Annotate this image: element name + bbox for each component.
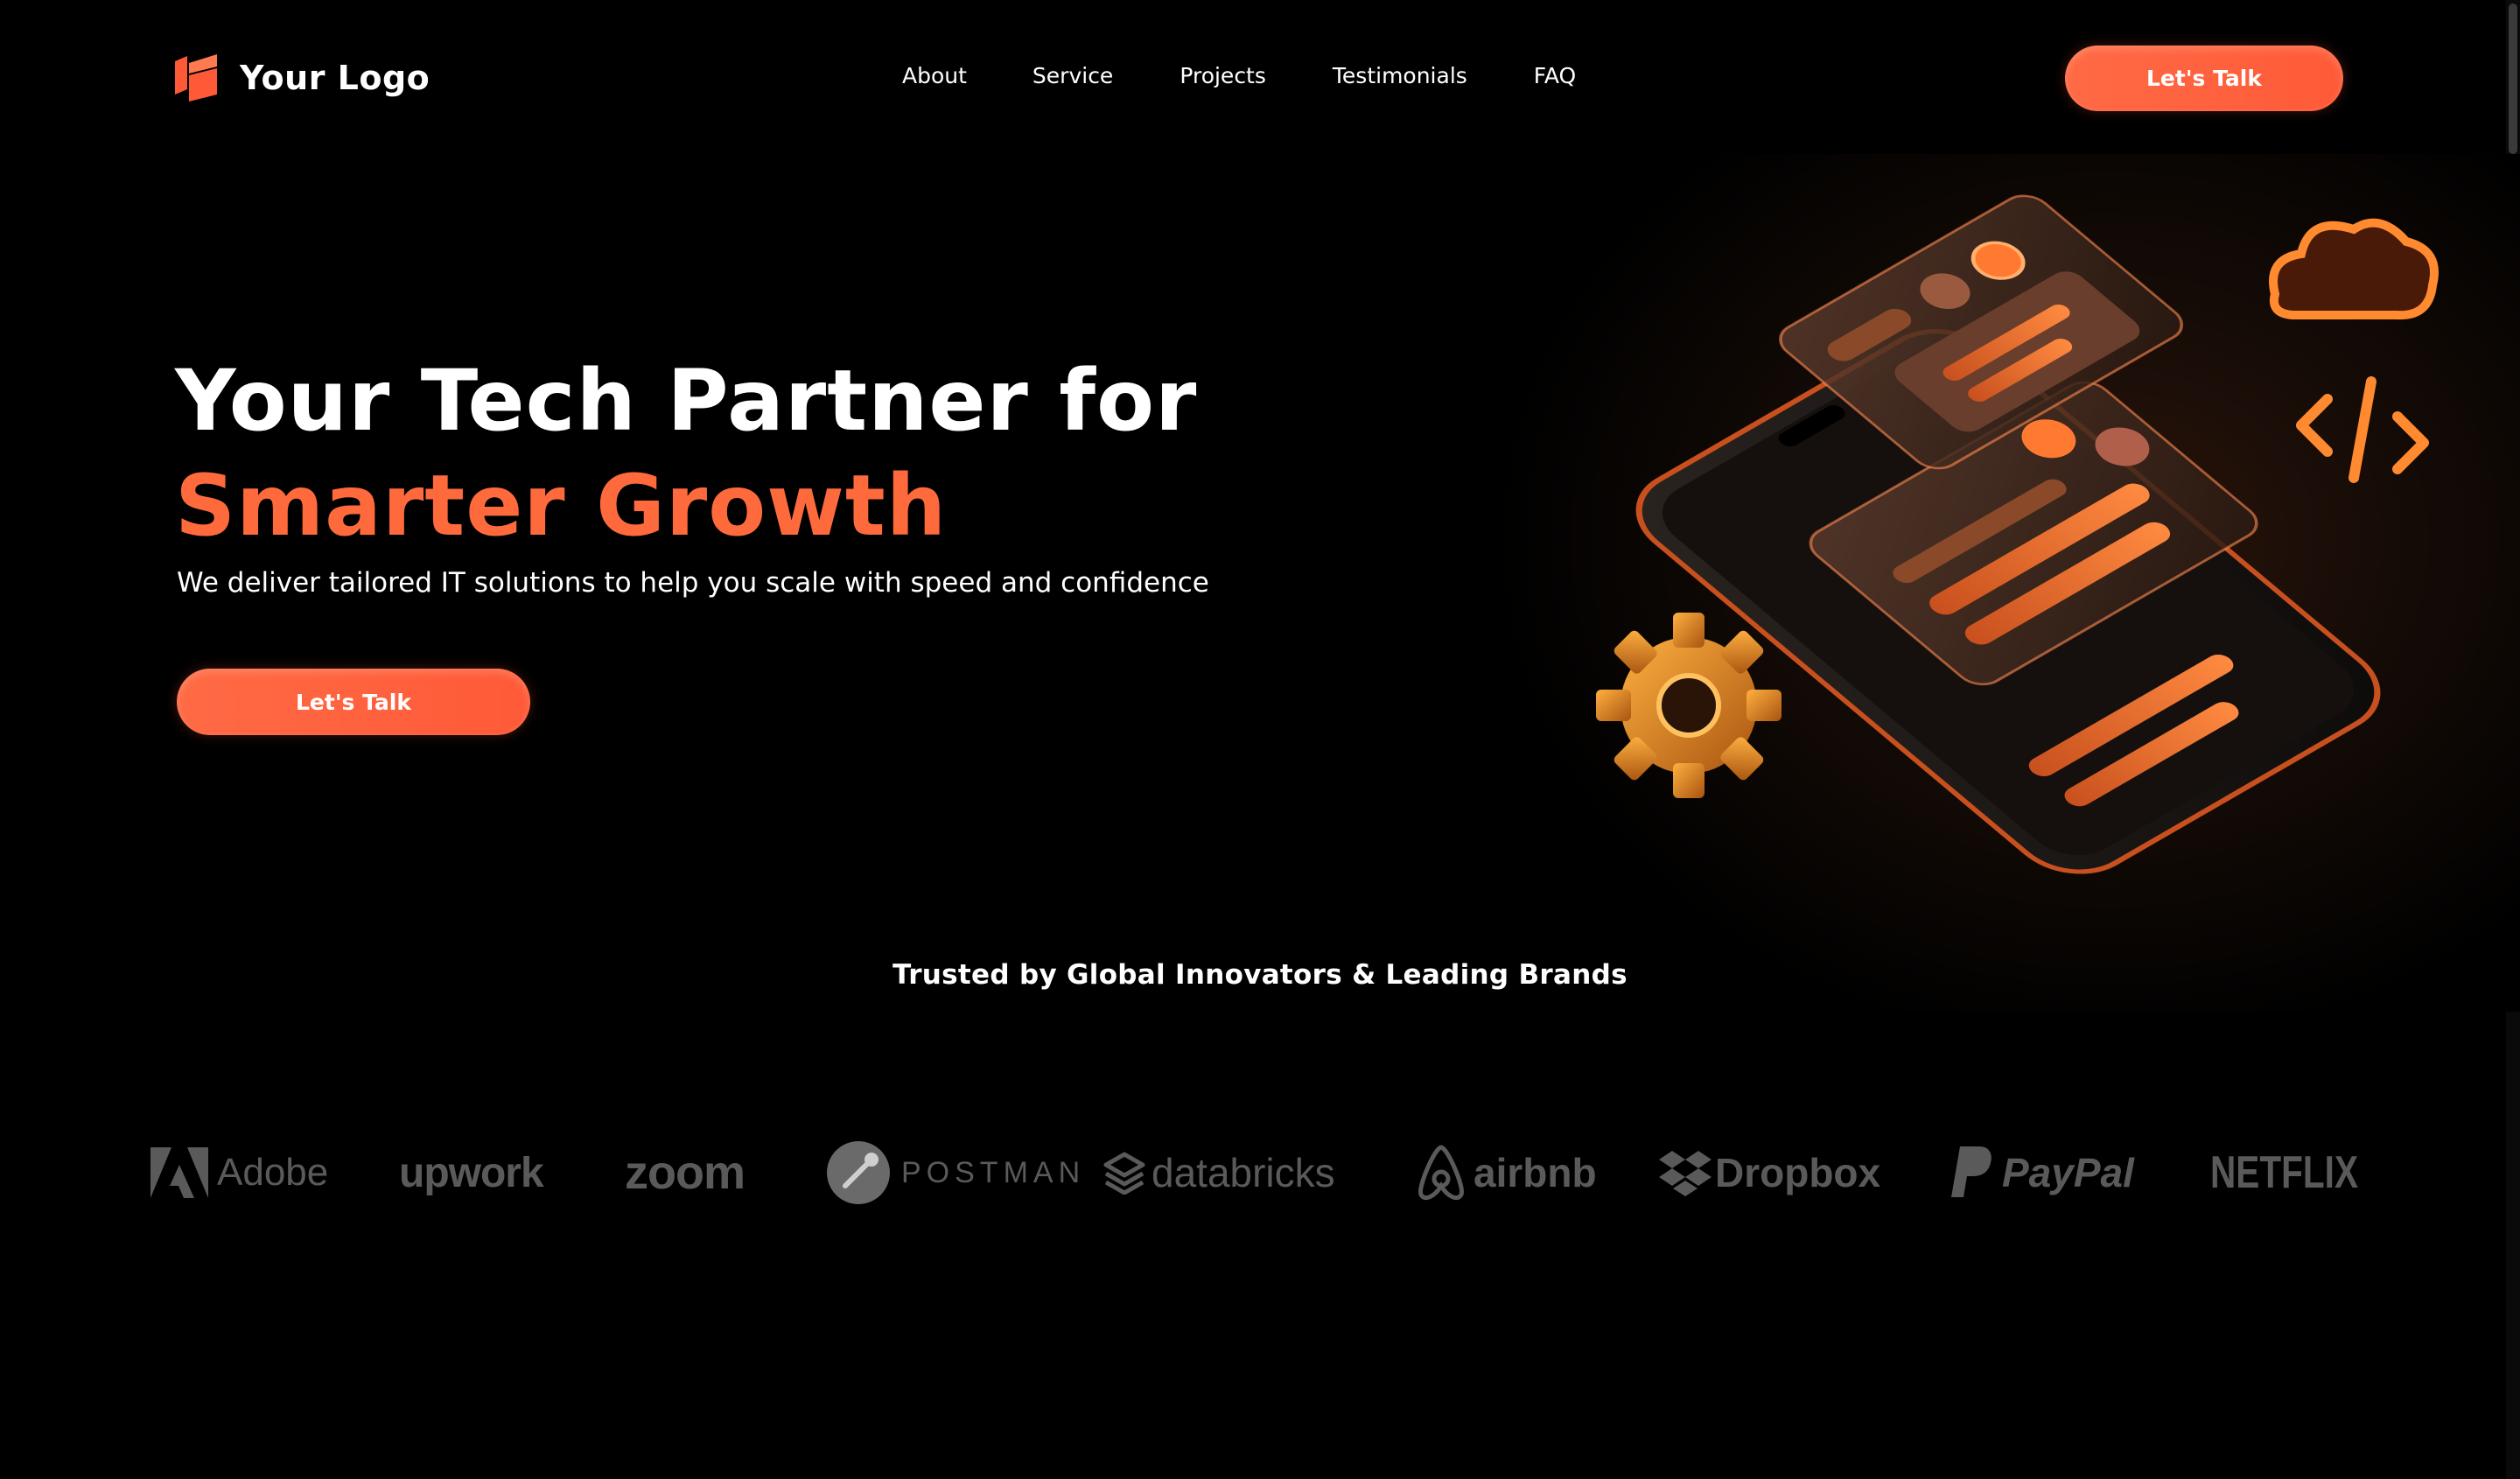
brand-name: Adobe bbox=[217, 1151, 329, 1194]
main-menu: About Service Projects Testimonials FAQ bbox=[902, 63, 1576, 88]
hero-phone-illustration bbox=[1488, 154, 2520, 1012]
hero-lets-talk-button[interactable]: Let's Talk bbox=[177, 669, 530, 735]
top-navigation: Your Logo About Service Projects Testimo… bbox=[0, 0, 2520, 158]
databricks-icon bbox=[1103, 1152, 1145, 1195]
brand-name: databricks bbox=[1152, 1150, 1335, 1195]
brand-name: Dropbox bbox=[1715, 1150, 1881, 1195]
hero-title-highlight: Smarter Growth bbox=[175, 457, 948, 555]
paypal-icon bbox=[1951, 1146, 1992, 1197]
scrollbar-thumb[interactable] bbox=[2509, 4, 2517, 154]
brand-name: PayPal bbox=[2002, 1150, 2134, 1195]
trusted-heading: Trusted by Global Innovators & Leading B… bbox=[892, 959, 1628, 991]
brand-logo-upwork: upwork bbox=[399, 1138, 544, 1208]
brand-logo-paypal: PayPal bbox=[1950, 1138, 2134, 1208]
hero-title: Your Tech Partner for Smarter Growth bbox=[175, 348, 1197, 558]
logo-mark-icon bbox=[175, 54, 217, 102]
hero-subtitle: We deliver tailored IT solutions to help… bbox=[177, 567, 1209, 599]
brand-name: upwork bbox=[399, 1149, 544, 1196]
brand-logo-airbnb: airbnb bbox=[1414, 1138, 1597, 1208]
brand-logo-databricks: databricks bbox=[1102, 1138, 1335, 1208]
brand-name: NETFLIX bbox=[2210, 1147, 2359, 1198]
adobe-icon bbox=[150, 1147, 208, 1198]
logo-text: Your Logo bbox=[240, 59, 430, 97]
airbnb-icon bbox=[1418, 1145, 1464, 1201]
nav-link-testimonials[interactable]: Testimonials bbox=[1333, 63, 1467, 88]
brand-logo-adobe: Adobe bbox=[150, 1138, 328, 1208]
nav-link-about[interactable]: About bbox=[902, 63, 967, 88]
header-lets-talk-button[interactable]: Let's Talk bbox=[2065, 46, 2343, 111]
nav-link-service[interactable]: Service bbox=[1032, 63, 1113, 88]
landing-page: Your Logo About Service Projects Testimo… bbox=[0, 0, 2520, 1479]
site-logo[interactable]: Your Logo bbox=[175, 54, 430, 102]
brand-logo-postman: POSTMAN bbox=[826, 1138, 1085, 1208]
brand-logo-zoom: zoom bbox=[625, 1138, 746, 1208]
dropbox-icon bbox=[1659, 1151, 1712, 1196]
brand-name: POSTMAN bbox=[901, 1155, 1086, 1189]
brand-name: zoom bbox=[625, 1146, 746, 1199]
brand-logo-dropbox: Dropbox bbox=[1659, 1138, 1880, 1208]
hero-title-line1: Your Tech Partner for bbox=[175, 352, 1198, 450]
postman-icon bbox=[827, 1141, 890, 1204]
brand-logos-row: Adobe upwork zoom POSTMAN databricks air… bbox=[0, 1138, 2520, 1208]
nav-link-faq[interactable]: FAQ bbox=[1534, 63, 1576, 88]
gear-icon bbox=[1596, 613, 1782, 798]
brand-logo-netflix: NETFLIX bbox=[2210, 1138, 2400, 1208]
nav-link-projects[interactable]: Projects bbox=[1180, 63, 1266, 88]
brand-name: airbnb bbox=[1474, 1150, 1597, 1195]
